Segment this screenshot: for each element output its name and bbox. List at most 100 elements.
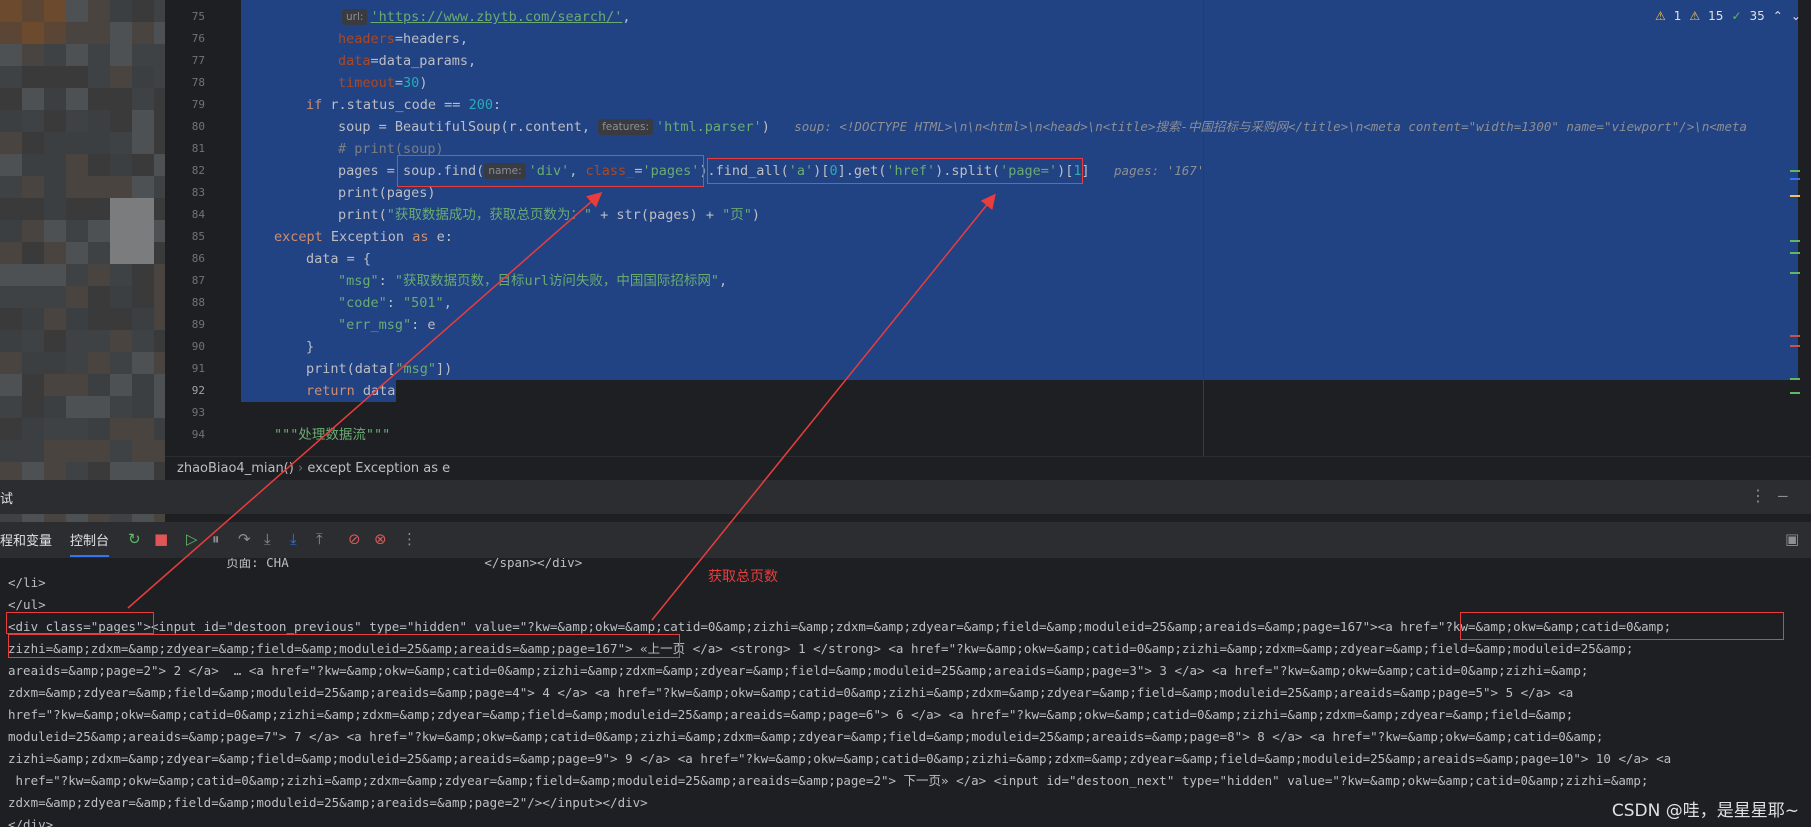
line-number[interactable]: 77	[165, 50, 205, 72]
blur-pixel	[66, 418, 88, 440]
line-number[interactable]: 88	[165, 292, 205, 314]
console-output[interactable]: 页面: CHA </span></div> </li> </ul> <div c…	[0, 558, 1811, 827]
right-margin-guide	[1203, 0, 1204, 456]
line-number[interactable]: 78	[165, 72, 205, 94]
line-number[interactable]: 76	[165, 28, 205, 50]
step-out-icon[interactable]: ⤒	[316, 530, 323, 548]
line-number[interactable]: 81	[165, 138, 205, 160]
view-breakpoints-icon[interactable]: ⊘	[348, 530, 361, 548]
url-string[interactable]: 'https://www.zbytb.com/search/'	[370, 9, 622, 25]
line-number[interactable]: 79	[165, 94, 205, 116]
more-options-icon[interactable]: ⋮	[1750, 486, 1766, 505]
blur-pixel	[0, 176, 22, 198]
blur-pixel	[88, 242, 110, 264]
breadcrumb-function[interactable]: zhaoBiao4_mian()	[177, 461, 294, 476]
console-line: moduleid=25&amp;areaids=&amp;page=7"> 7 …	[8, 729, 1604, 744]
chevron-down-icon[interactable]: ⌄	[1791, 9, 1801, 23]
line-number[interactable]: 80	[165, 116, 205, 138]
code-line-79: if r.status_code == 200:	[306, 94, 501, 116]
step-into-my-code-icon[interactable]: ⤓	[290, 530, 297, 548]
blur-pixel	[44, 264, 66, 286]
string: "获取数据页数，目标url访问失败，中国国际招标网"	[394, 273, 720, 289]
blur-pixel	[110, 440, 132, 462]
blur-pixel	[0, 374, 22, 396]
code-text: print(data[	[306, 361, 396, 377]
rerun-icon[interactable]: ↻	[128, 530, 141, 548]
line-number[interactable]: 86	[165, 248, 205, 270]
blur-pixel	[66, 286, 88, 308]
blur-pixel	[44, 242, 66, 264]
kwarg: data	[338, 53, 371, 69]
tab-threads-variables[interactable]: 程和变量	[0, 530, 52, 549]
layout-icon[interactable]: ▣	[1785, 530, 1799, 548]
blur-pixel	[66, 242, 88, 264]
blur-pixel	[22, 264, 44, 286]
kwarg: headers	[338, 31, 395, 47]
line-number[interactable]: 87	[165, 270, 205, 292]
line-number[interactable]: 85	[165, 226, 205, 248]
code-line-78: timeout=30)	[338, 72, 427, 94]
line-number[interactable]: 82	[165, 160, 205, 182]
step-over-icon[interactable]: ↷	[238, 530, 251, 548]
blur-pixel	[44, 110, 66, 132]
line-number[interactable]: 75	[165, 6, 205, 28]
blur-pixel	[22, 154, 44, 176]
blur-pixel	[154, 66, 165, 88]
step-into-icon[interactable]: ⤓	[264, 530, 271, 548]
blur-pixel	[44, 330, 66, 352]
blur-pixel	[110, 66, 132, 88]
resume-icon[interactable]: ▷	[186, 530, 198, 548]
blur-pixel	[110, 220, 132, 242]
console-line: areaids=&amp;page=2"> 2 </a> … <a href="…	[8, 663, 1589, 678]
project-sidebar-blurred	[0, 0, 165, 540]
line-number[interactable]: 89	[165, 314, 205, 336]
scroll-mark	[1790, 170, 1800, 172]
scroll-mark	[1790, 195, 1800, 197]
line-number[interactable]: 83	[165, 182, 205, 204]
problems-widget[interactable]: ⚠ 1 ⚠ 15 ✓ 35 ⌃ ⌄	[1655, 6, 1801, 26]
minimize-icon[interactable]: —	[1778, 486, 1788, 505]
more-icon[interactable]: ⋮	[402, 530, 417, 548]
code-text: }	[306, 339, 315, 355]
blur-pixel	[22, 0, 44, 22]
scroll-mark	[1790, 178, 1800, 180]
blur-pixel	[66, 352, 88, 374]
highlight-box-soup-find	[397, 155, 704, 187]
blur-pixel	[66, 396, 88, 418]
blur-pixel	[22, 176, 44, 198]
scroll-mark	[1790, 240, 1800, 242]
scroll-mark	[1790, 345, 1800, 347]
mute-breakpoints-icon[interactable]: ⊗	[374, 530, 387, 548]
blur-pixel	[132, 176, 154, 198]
keyword: if	[306, 97, 323, 113]
kwarg: timeout	[338, 75, 395, 91]
line-number[interactable]: 93	[165, 402, 205, 424]
blur-pixel	[66, 220, 88, 242]
line-number[interactable]: 90	[165, 336, 205, 358]
pause-icon[interactable]: ⏸	[212, 530, 220, 548]
line-number[interactable]: 92	[165, 380, 205, 402]
line-number[interactable]: 84	[165, 204, 205, 226]
highlight-box-div-pages	[6, 612, 154, 634]
line-number[interactable]: 94	[165, 424, 205, 446]
blur-pixel	[110, 418, 132, 440]
blur-pixel	[110, 176, 132, 198]
breadcrumb-block[interactable]: except Exception as e	[307, 461, 450, 476]
blur-pixel	[110, 396, 132, 418]
blur-pixel	[154, 418, 165, 440]
stop-icon[interactable]: ■	[154, 530, 168, 548]
blur-pixel	[88, 66, 110, 88]
code-line-91: print(data["msg"])	[306, 358, 452, 380]
blur-pixel	[22, 308, 44, 330]
blur-pixel	[22, 286, 44, 308]
blur-pixel	[88, 198, 110, 220]
tab-console[interactable]: 控制台	[70, 530, 110, 557]
chevron-up-icon[interactable]: ⌃	[1773, 9, 1783, 23]
blur-pixel	[44, 66, 66, 88]
console-line: zdxm=&amp;zdyear=&amp;field=&amp;modulei…	[8, 795, 648, 810]
blur-pixel	[22, 66, 44, 88]
blur-pixel	[154, 0, 165, 22]
weak-warning-count: 15	[1708, 9, 1724, 23]
line-number[interactable]: 91	[165, 358, 205, 380]
code-text: print(	[338, 207, 387, 223]
